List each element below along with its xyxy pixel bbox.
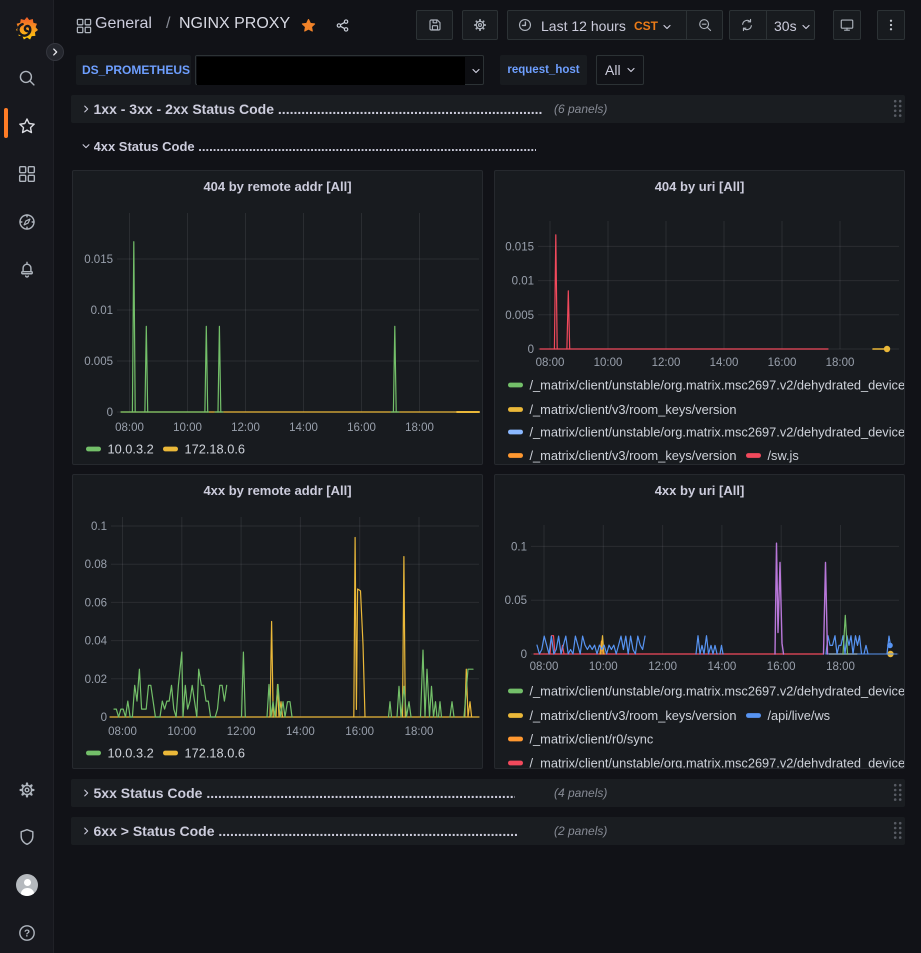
svg-text:18:00: 18:00 [405,422,434,434]
svg-text:0.05: 0.05 [505,595,527,607]
svg-text:10:00: 10:00 [173,422,202,434]
svg-text:0.005: 0.005 [505,310,534,322]
svg-text:16:00: 16:00 [767,661,796,673]
svg-text:0: 0 [528,344,534,356]
svg-text:0.015: 0.015 [505,241,534,253]
svg-text:12:00: 12:00 [227,726,256,738]
svg-text:172.18.0.6: 172.18.0.6 [185,746,246,761]
svg-text:16:00: 16:00 [768,357,797,369]
svg-text:?: ? [24,928,30,939]
svg-text:0.08: 0.08 [85,559,107,571]
svg-text:0.04: 0.04 [85,636,108,648]
svg-text:10:00: 10:00 [589,661,618,673]
svg-text:0: 0 [101,712,107,724]
svg-text:/api/live/ws: /api/live/ws [768,708,831,723]
svg-text:10.0.3.2: 10.0.3.2 [108,746,154,761]
svg-text:12:00: 12:00 [231,422,260,434]
svg-text:/_matrix/client/unstable/org.m: /_matrix/client/unstable/org.matrix.msc2… [530,425,906,440]
svg-text:0.02: 0.02 [85,674,107,686]
svg-text:16:00: 16:00 [345,726,374,738]
svg-text:/_matrix/client/unstable/org.m: /_matrix/client/unstable/org.matrix.msc2… [530,756,906,769]
svg-text:18:00: 18:00 [826,661,855,673]
svg-text:0.015: 0.015 [84,254,113,266]
svg-text:0.1: 0.1 [91,521,107,533]
svg-text:/_matrix/client/v3/room_keys/v: /_matrix/client/v3/room_keys/version [530,402,737,417]
svg-text:0: 0 [107,407,113,419]
svg-text:18:00: 18:00 [405,726,434,738]
svg-text:14:00: 14:00 [708,661,737,673]
svg-text:/_matrix/client/v3/room_keys/v: /_matrix/client/v3/room_keys/version [530,448,737,463]
svg-text:14:00: 14:00 [289,422,318,434]
svg-text:18:00: 18:00 [826,357,855,369]
svg-text:/_matrix/client/v3/room_keys/v: /_matrix/client/v3/room_keys/version [530,708,737,723]
svg-text:/_matrix/client/unstable/org.m: /_matrix/client/unstable/org.matrix.msc2… [530,378,906,393]
svg-text:12:00: 12:00 [648,661,677,673]
svg-text:12:00: 12:00 [652,357,681,369]
svg-text:/sw.js: /sw.js [768,448,799,463]
svg-text:0.06: 0.06 [85,597,107,609]
svg-text:172.18.0.6: 172.18.0.6 [185,442,246,457]
svg-text:10.0.3.2: 10.0.3.2 [108,442,154,457]
svg-text:10:00: 10:00 [167,726,196,738]
svg-text:14:00: 14:00 [286,726,315,738]
svg-text:08:00: 08:00 [530,661,559,673]
svg-text:14:00: 14:00 [710,357,739,369]
svg-text:0.1: 0.1 [511,541,527,553]
svg-text:/_matrix/client/r0/sync: /_matrix/client/r0/sync [530,732,654,747]
svg-text:0.01: 0.01 [91,305,113,317]
svg-text:08:00: 08:00 [108,726,137,738]
svg-text:08:00: 08:00 [536,357,565,369]
svg-text:16:00: 16:00 [347,422,376,434]
svg-text:08:00: 08:00 [115,422,144,434]
svg-text:0: 0 [521,649,527,661]
svg-text:10:00: 10:00 [594,357,623,369]
svg-text:/_matrix/client/unstable/org.m: /_matrix/client/unstable/org.matrix.msc2… [530,684,906,699]
svg-text:0.005: 0.005 [84,356,113,368]
svg-text:0.01: 0.01 [512,276,534,288]
